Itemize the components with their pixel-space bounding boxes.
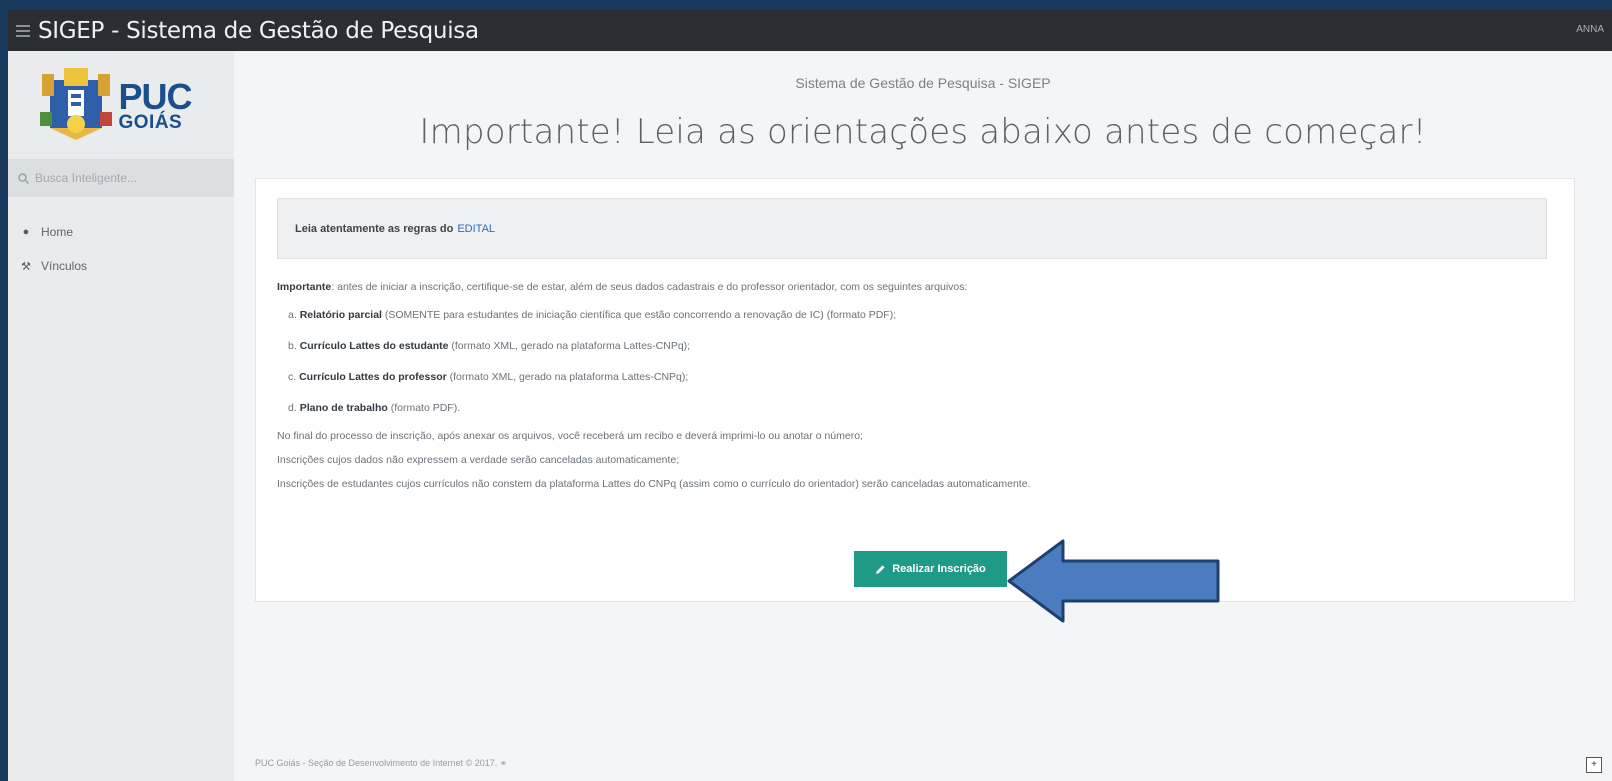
note: No final do processo de inscrição, após … [277,430,863,442]
search-input[interactable]: Busca Inteligente... [8,159,234,197]
main-content: Sistema de Gestão de Pesquisa - SIGEP Im… [234,51,1612,781]
expand-icon[interactable]: + [1586,757,1602,773]
logo-name: PUC [118,75,192,117]
wrench-icon: ⚒ [21,260,31,273]
top-bar: SIGEP - Sistema de Gestão de Pesquisa AN… [8,10,1612,51]
search-icon [18,172,29,184]
sidebar-nav: ● Home ⚒ Vínculos [8,197,234,283]
menu-toggle-icon[interactable] [16,24,30,37]
list-item: a. Relatório parcial (SOMENTE para estud… [277,300,1564,331]
sidebar-item-label: Home [41,225,74,239]
app-window: SIGEP - Sistema de Gestão de Pesquisa AN… [8,10,1612,781]
sidebar: PUC GOIÁS Busca Inteligente... ● Home ⚒ … [8,51,234,781]
list-item-title: Currículo Lattes do estudante [299,340,449,352]
list-prefix: d. [288,402,300,414]
required-files-list: a. Relatório parcial (SOMENTE para estud… [277,300,1564,424]
realizar-inscricao-button[interactable]: Realizar Inscrição [854,551,1007,587]
logo-sub: GOIÁS [118,111,183,133]
sidebar-item-home[interactable]: ● Home [8,215,234,249]
list-item-title: Currículo Lattes do professor [299,371,447,383]
user-menu[interactable]: ANNA [1576,24,1604,35]
list-item-text: (formato PDF). [387,402,461,414]
footer-text: PUC Goiás - Seção de Desenvolvimento de … [255,758,508,768]
home-icon: ● [22,226,30,238]
list-prefix: c. [288,371,300,383]
list-item-text: (SOMENTE para estudantes de iniciação ci… [381,309,897,321]
list-item-title: Plano de trabalho [299,402,388,414]
pencil-icon [876,564,885,574]
instructions-panel: Leia atentamente as regras do EDITAL Imp… [255,178,1575,602]
list-item-title: Relatório parcial [299,309,382,321]
intro-bold: Importante [277,281,332,293]
list-item-text: (formato XML, gerado na plataforma Latte… [446,371,689,383]
list-item: c. Currículo Lattes do professor (format… [277,362,1564,393]
alert-text: Leia atentamente as regras do [295,222,454,235]
logo-area: PUC GOIÁS [8,51,234,159]
list-item-text: (formato XML, gerado na plataforma Latte… [448,340,691,352]
crest-icon [40,68,113,140]
page-title: Importante! Leia as orientações abaixo a… [419,112,1427,152]
sidebar-item-vinculos[interactable]: ⚒ Vínculos [8,249,234,283]
page-subtitle: Sistema de Gestão de Pesquisa - SIGEP [795,75,1051,91]
app-title: SIGEP - Sistema de Gestão de Pesquisa [38,17,479,44]
note: Inscrições de estudantes cujos currículo… [277,478,1031,490]
list-prefix: a. [288,309,300,321]
intro-paragraph: Importante: antes de iniciar a inscrição… [277,275,1564,300]
edital-link[interactable]: EDITAL [457,223,495,235]
list-item: d. Plano de trabalho (formato PDF). [277,393,1564,424]
pointer-arrow-icon [1007,539,1220,623]
list-item: b. Currículo Lattes do estudante (format… [277,331,1564,362]
instructions-text: Importante: antes de iniciar a inscrição… [277,275,1564,496]
list-prefix: b. [288,340,300,352]
puc-goias-logo[interactable]: PUC GOIÁS [40,66,193,144]
note: Inscrições cujos dados não expressem a v… [277,454,680,466]
search-placeholder: Busca Inteligente... [35,171,138,185]
intro-text: : antes de iniciar a inscrição, certifiq… [331,281,968,293]
button-label: Realizar Inscrição [892,563,986,575]
edital-alert: Leia atentamente as regras do EDITAL [277,198,1547,259]
sidebar-item-label: Vínculos [41,259,88,273]
